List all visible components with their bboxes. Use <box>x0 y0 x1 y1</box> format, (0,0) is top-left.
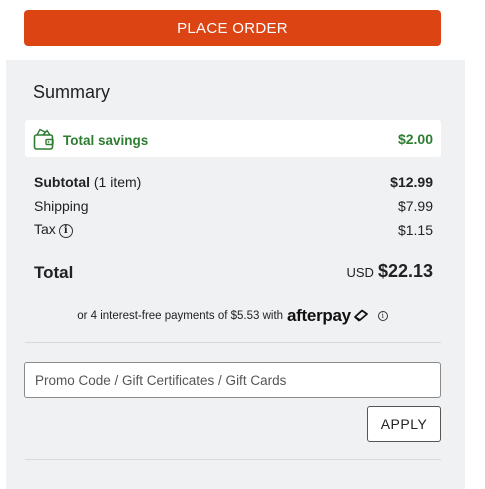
tax-label: Tax i <box>34 221 73 238</box>
savings-value: $2.00 <box>397 131 433 147</box>
total-currency: USD <box>346 265 374 280</box>
divider-bottom <box>25 459 441 460</box>
afterpay-logo: afterpay <box>287 306 370 326</box>
info-icon[interactable]: i <box>58 224 73 238</box>
subtotal-label: Subtotal (1 item) <box>34 174 141 190</box>
wallet-icon <box>33 128 54 150</box>
subtotal-label-text: Subtotal <box>34 174 90 190</box>
shipping-label: Shipping <box>34 198 89 214</box>
subtotal-value: $12.99 <box>390 174 433 190</box>
afterpay-text: or 4 interest-free payments of $5.53 wit… <box>77 310 284 322</box>
afterpay-brand: afterpay <box>287 306 351 325</box>
apply-button[interactable]: APPLY <box>367 406 441 442</box>
shipping-value: $7.99 <box>397 198 433 214</box>
divider-top <box>25 342 441 343</box>
total-label: Total <box>34 263 74 282</box>
savings-label: Total savings <box>63 133 149 148</box>
total-amount: $22.13 <box>377 261 433 281</box>
tax-value: $1.15 <box>397 222 433 238</box>
subtotal-count: (1 item) <box>93 174 142 190</box>
place-order-button[interactable]: PLACE ORDER <box>24 10 441 46</box>
afterpay-info-icon[interactable]: i <box>377 311 388 321</box>
total-value: USD $22.13 <box>346 261 433 282</box>
summary-title: Summary <box>33 82 111 102</box>
tax-label-text: Tax <box>34 221 56 237</box>
promo-code-input[interactable] <box>24 362 441 398</box>
afterpay-message: or 4 interest-free payments of $5.53 wit… <box>0 306 465 326</box>
afterpay-arrows-icon <box>353 309 368 322</box>
